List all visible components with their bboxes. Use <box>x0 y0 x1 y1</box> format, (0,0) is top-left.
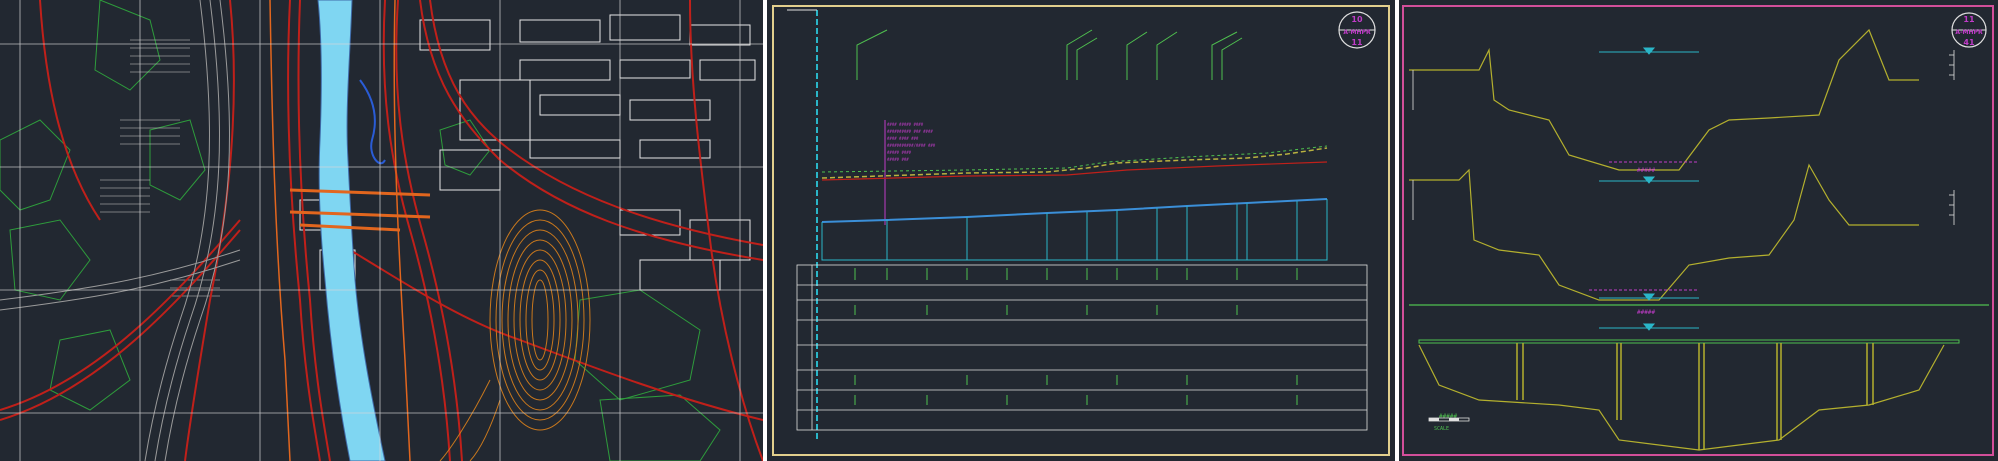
profile-drawing: 10 A-MHPR 11 #### ##### #### ########## … <box>772 5 1390 456</box>
plan-view-panel <box>0 0 763 461</box>
svg-text:##### ####: ##### #### <box>887 150 912 155</box>
highway-lines <box>0 0 241 461</box>
existing-ground-line <box>821 161 1328 181</box>
svg-text:#### ##### ####: #### ##### #### <box>887 122 924 127</box>
sheet-total: 11 <box>1351 38 1363 47</box>
cross-section-bottom <box>1418 344 1945 451</box>
profile-data-table <box>796 264 1368 431</box>
bridge-piers <box>1516 343 1874 450</box>
station-flags <box>856 29 1243 80</box>
section-drawing: 11 A-MHPR 41 ##### ##### ##### SCALE <box>1402 5 1994 456</box>
river-branch <box>359 79 386 165</box>
section-label-mid: ##### <box>1637 309 1655 316</box>
annotation-note: #### ##### #### ########## ### #### ####… <box>887 122 936 162</box>
svg-text:###########/#### ###: ###########/#### ### <box>887 143 936 148</box>
sheet-code: A-MHPR <box>1955 29 1983 36</box>
scale-label: SCALE <box>1434 426 1449 432</box>
building-blocks <box>299 14 756 291</box>
cross-section-middle <box>1409 163 1919 301</box>
sheet-total: 41 <box>1963 38 1975 47</box>
elevation-scales <box>1412 50 1955 225</box>
plan-drawing <box>0 0 763 461</box>
contour-hill <box>439 209 591 461</box>
svg-text:##### ###: ##### ### <box>887 157 909 162</box>
parking-hatch <box>100 39 220 297</box>
section-sheet-panel: 11 A-MHPR 41 ##### ##### ##### SCALE <box>1399 0 1998 461</box>
cross-section-top <box>1409 28 1919 171</box>
svg-text:#### #### ###: #### #### ### <box>887 136 919 141</box>
table-value-ticks <box>854 268 1298 405</box>
sheet-number: 11 <box>1963 15 1975 24</box>
sheet-code: A-MHPR <box>1343 29 1371 36</box>
pipe-structure <box>821 199 1328 261</box>
svg-text:########## ### ####: ########## ### #### <box>887 129 933 134</box>
scale-bar: SCALE <box>1428 417 1470 432</box>
sheet-number: 10 <box>1351 15 1363 24</box>
river <box>317 0 386 461</box>
pipe-invert-line <box>821 198 1328 223</box>
section-label-top: ##### <box>1637 167 1655 174</box>
sheet-number-bubble: 10 A-MHPR 11 <box>1338 11 1376 49</box>
profile-sheet-panel: 10 A-MHPR 11 #### ##### #### ########## … <box>767 0 1395 461</box>
sheet-number-bubble: 11 A-MHPR 41 <box>1951 12 1987 48</box>
bridge-deck <box>1418 339 1960 344</box>
